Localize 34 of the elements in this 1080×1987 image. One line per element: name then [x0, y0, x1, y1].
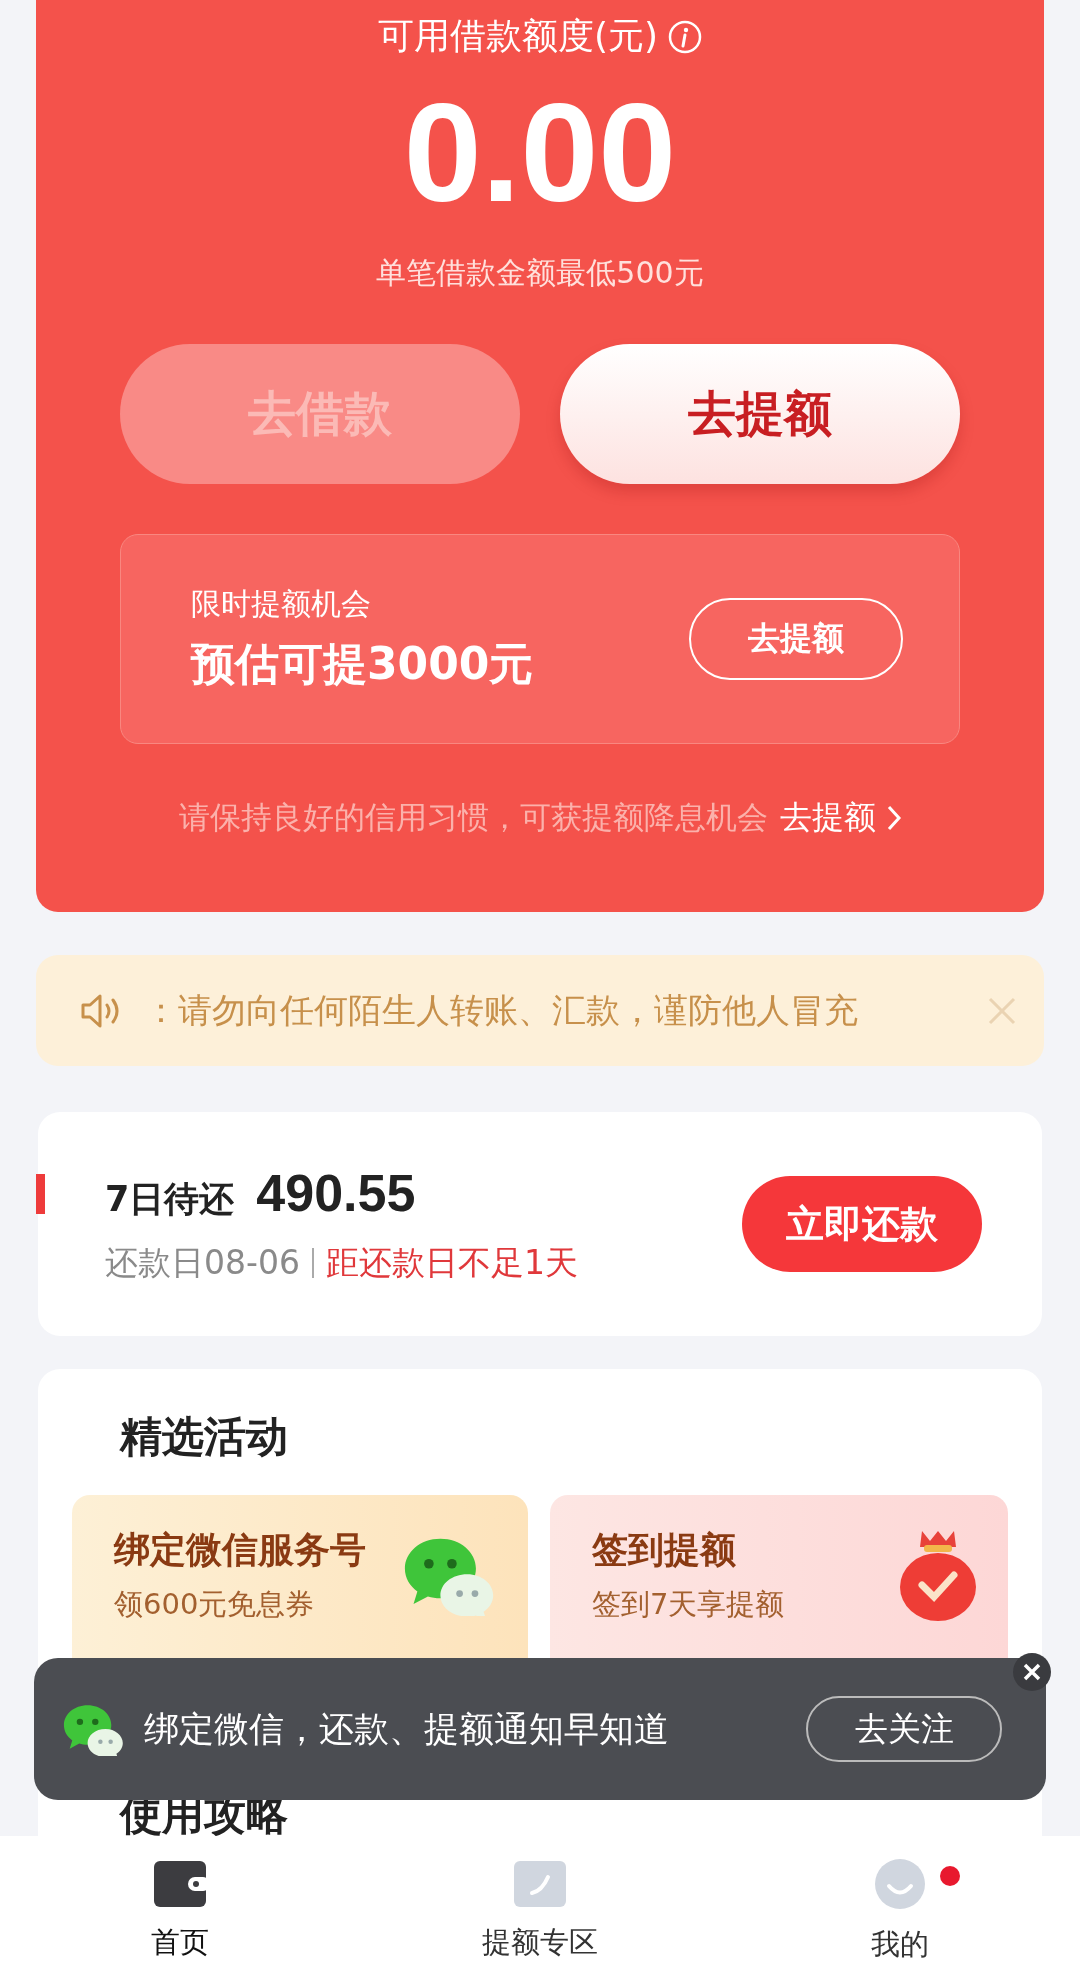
credit-label: 可用借款额度(元)	[377, 14, 659, 58]
due-date: 还款日08-06	[105, 1241, 300, 1284]
nav-label: 提额专区	[482, 1923, 598, 1961]
notice-text: ：请勿向任何陌生人转账、汇款，谨防他人冒充	[144, 988, 859, 1032]
info-icon[interactable]	[668, 19, 703, 54]
raise-limit-button[interactable]: 去提额	[560, 344, 960, 484]
promo-title: 限时提额机会	[191, 585, 372, 623]
promo-estimate: 预估可提3000元	[191, 637, 534, 691]
repay-label: 7日待还	[105, 1177, 235, 1221]
tile-subtitle: 签到7天享提额	[592, 1585, 785, 1623]
tip-text: 请保持良好的信用习惯，可获提额降息机会	[178, 798, 768, 837]
tile-subtitle: 领600元免息券	[114, 1585, 316, 1623]
chevron-icon	[885, 804, 902, 832]
tip-link[interactable]: 去提额	[779, 796, 902, 840]
repay-button[interactable]: 立即还款	[742, 1176, 982, 1272]
due-warning: 距还款日不足1天	[325, 1241, 578, 1284]
nav-label: 首页	[151, 1923, 209, 1961]
section-title: 精选活动	[120, 1411, 289, 1463]
nav-tab[interactable]: 首页	[0, 1836, 360, 1987]
wallet-icon	[154, 1860, 206, 1907]
repay-amount: 490.55	[256, 1162, 416, 1223]
smiley-icon	[875, 1858, 925, 1909]
card-icon	[514, 1860, 566, 1907]
follow-button[interactable]: 去关注	[806, 1696, 1002, 1762]
close-icon[interactable]	[1012, 1652, 1052, 1692]
tile-title: 签到提额	[592, 1527, 737, 1572]
nav-tab[interactable]: 我的	[720, 1836, 1080, 1987]
nav-tab[interactable]: 提额专区	[360, 1836, 720, 1987]
minimum-note: 单笔借款金额最低500元	[376, 254, 704, 292]
tile-title: 绑定微信服务号	[114, 1527, 366, 1572]
toast-text: 绑定微信，还款、提额通知早知道	[144, 1707, 670, 1751]
nav-label: 我的	[871, 1925, 929, 1963]
accent-bar	[36, 1174, 45, 1214]
credit-amount: 0.00	[403, 83, 677, 223]
